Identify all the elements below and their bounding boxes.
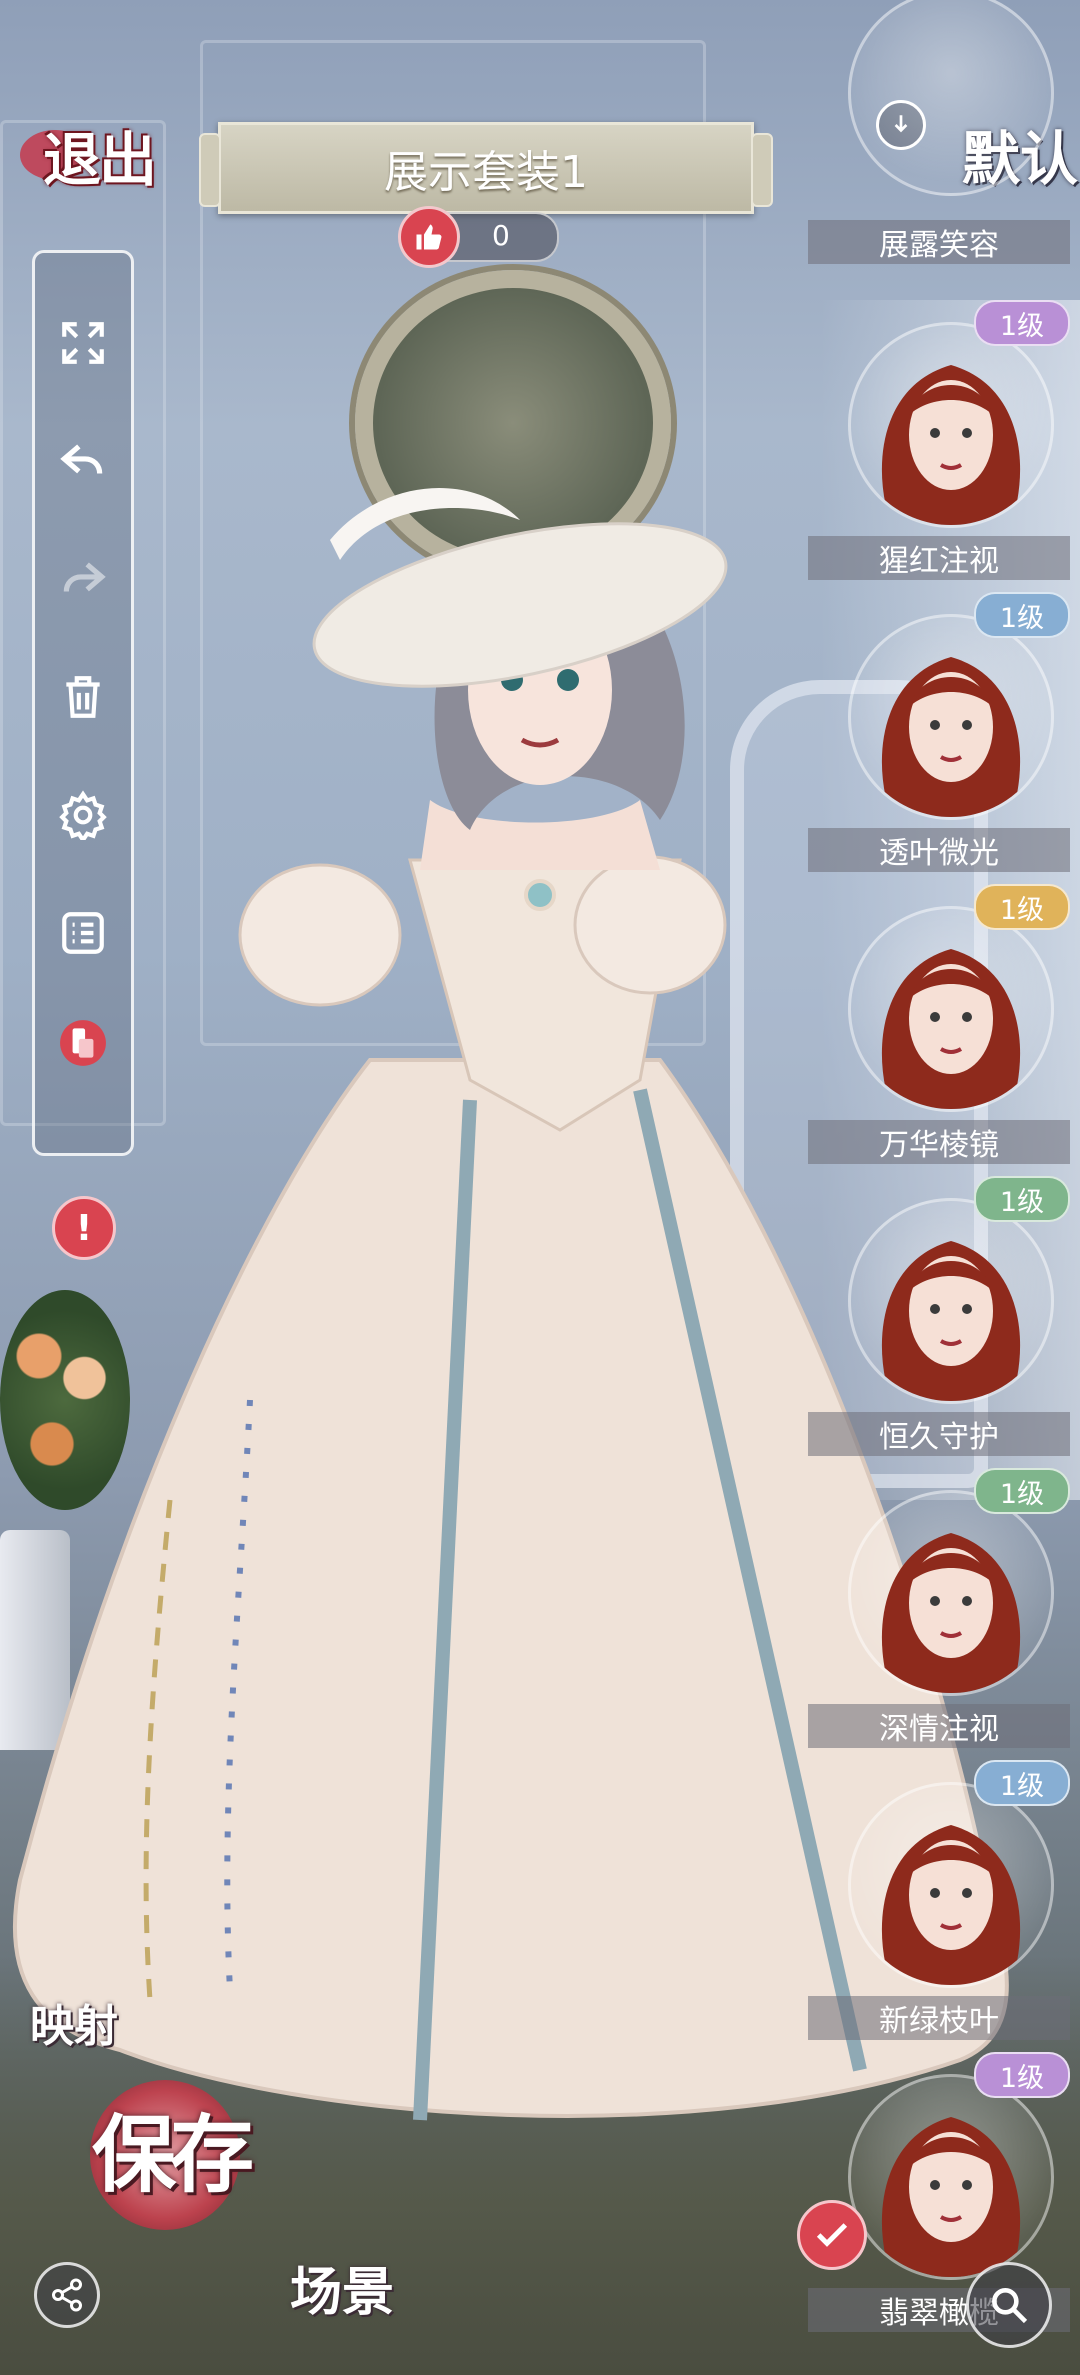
alert-icon[interactable]: ! <box>52 1196 116 1260</box>
share-icon[interactable] <box>34 2262 100 2328</box>
avatar <box>848 2074 1054 2280</box>
item-name: 恒久守护 <box>808 1412 1070 1456</box>
level-badge: 1级 <box>974 300 1070 346</box>
vase-pedestal <box>0 1530 70 1750</box>
settings-icon[interactable] <box>55 787 111 843</box>
level-badge: 1级 <box>974 884 1070 930</box>
wall-mirror <box>355 270 671 576</box>
exit-button[interactable]: 退出 <box>14 112 184 198</box>
item-name: 透叶微光 <box>808 828 1070 872</box>
outfit-title: 展示套装1 <box>384 147 588 198</box>
left-toolbar <box>32 250 134 1156</box>
list-icon[interactable] <box>55 905 111 961</box>
avatar <box>848 322 1054 528</box>
save-button[interactable]: 保存 <box>92 2088 292 2238</box>
item-name: 新绿枝叶 <box>808 1996 1070 2040</box>
level-badge: 1级 <box>974 2052 1070 2098</box>
like-count: 0 <box>492 219 510 252</box>
exit-label: 退出 <box>42 126 157 194</box>
list-item[interactable]: 万华棱镜 1级 <box>808 884 1080 1176</box>
trash-icon[interactable] <box>55 669 111 725</box>
avatar <box>848 906 1054 1112</box>
level-badge: 1级 <box>974 1760 1070 1806</box>
list-item[interactable]: 猩红注视 1级 <box>808 300 1080 592</box>
outfit-title-plate: 展示套装1 <box>199 122 773 214</box>
level-badge: 1级 <box>974 592 1070 638</box>
scene-button[interactable]: 场景 <box>290 2250 420 2330</box>
undo-icon[interactable] <box>55 433 111 489</box>
list-item[interactable]: 恒久守护 1级 <box>808 1176 1080 1468</box>
avatar <box>848 0 1054 196</box>
phone-rotate-icon[interactable] <box>55 1015 111 1071</box>
list-item[interactable]: 展露笑容 <box>808 0 1080 270</box>
avatar <box>848 1782 1054 1988</box>
item-name: 展露笑容 <box>808 220 1070 264</box>
avatar <box>848 614 1054 820</box>
item-name: 猩红注视 <box>808 536 1070 580</box>
rose-vase <box>0 1290 130 1510</box>
check-icon <box>797 2200 867 2270</box>
search-icon[interactable] <box>966 2262 1052 2348</box>
thumbs-up-icon[interactable] <box>398 206 460 268</box>
redo-icon[interactable] <box>55 551 111 607</box>
item-name: 万华棱镜 <box>808 1120 1070 1164</box>
level-badge: 1级 <box>974 1176 1070 1222</box>
list-item[interactable]: 深情注视 1级 <box>808 1468 1080 1760</box>
list-item[interactable]: 新绿枝叶 1级 <box>808 1760 1080 2052</box>
fullscreen-icon[interactable] <box>55 315 111 371</box>
level-badge: 1级 <box>974 1468 1070 1514</box>
list-item[interactable]: 透叶微光 1级 <box>808 592 1080 884</box>
map-button[interactable]: 映射 <box>30 1990 150 2060</box>
avatar <box>848 1198 1054 1404</box>
avatar <box>848 1490 1054 1696</box>
item-name: 深情注视 <box>808 1704 1070 1748</box>
